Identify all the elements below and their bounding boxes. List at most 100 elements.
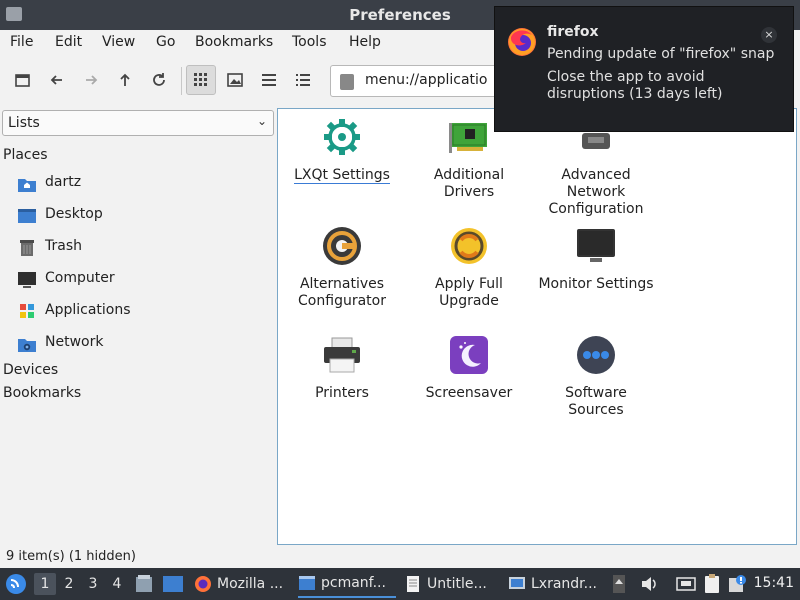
desktop-icon xyxy=(18,209,36,223)
reload-icon[interactable] xyxy=(144,65,174,95)
desktop-switch-3[interactable]: 3 xyxy=(82,573,104,595)
notification-line-2: Close the app to avoid disruptions (13 d… xyxy=(547,69,723,102)
place-item-desktop[interactable]: Desktop xyxy=(0,201,276,231)
menu-help[interactable]: Help xyxy=(349,34,381,50)
display-settings-icon xyxy=(509,577,525,589)
place-label: Network xyxy=(45,334,104,350)
item-label: Additional Drivers xyxy=(433,167,505,200)
files-launcher-icon[interactable] xyxy=(134,574,154,594)
task-label: pcmanf... xyxy=(321,575,386,591)
trash-icon xyxy=(20,240,34,256)
status-text: 9 item(s) (1 hidden) xyxy=(6,549,136,564)
text-editor-icon xyxy=(407,576,419,592)
firefox-icon xyxy=(508,28,536,56)
item-alternatives-configurator[interactable]: Alternatives Configurator xyxy=(278,222,406,330)
clipboard-icon[interactable] xyxy=(703,574,721,594)
item-label: Monitor Settings xyxy=(538,276,654,292)
place-label: Desktop xyxy=(45,206,103,222)
desktop-switch-1[interactable]: 1 xyxy=(34,573,56,595)
new-tab-icon[interactable] xyxy=(8,65,38,95)
menu-bookmarks[interactable]: Bookmarks xyxy=(195,34,273,50)
place-label: dartz xyxy=(45,174,82,190)
network-folder-icon xyxy=(18,339,36,352)
printer-icon xyxy=(324,337,360,373)
notification-body: Pending update of "firefox" snap Close t… xyxy=(547,46,777,103)
lxqt-settings-icon xyxy=(324,119,360,155)
taskbar: 1 2 3 4 Mozilla ... pcmanf... Untitle...… xyxy=(0,568,800,600)
place-item-home[interactable]: dartz xyxy=(0,169,276,199)
status-bar: 9 item(s) (1 hidden) xyxy=(0,546,800,568)
side-pane: Lists ⌄ Places dartz Desktop Trash Compu… xyxy=(0,106,276,546)
place-item-applications[interactable]: Applications xyxy=(0,297,276,327)
applications-icon xyxy=(20,304,34,318)
task-mozilla[interactable]: Mozilla ... xyxy=(194,570,290,598)
task-pcmanfm[interactable]: pcmanf... xyxy=(298,570,396,598)
upgrade-icon xyxy=(451,228,487,264)
item-screensaver[interactable]: Screensaver xyxy=(405,331,533,439)
forward-icon[interactable] xyxy=(76,65,106,95)
place-label: Trash xyxy=(45,238,82,254)
file-manager-icon xyxy=(299,576,315,590)
item-label: Apply Full Upgrade xyxy=(435,276,503,309)
task-label: Mozilla ... xyxy=(217,576,284,592)
item-label: Software Sources xyxy=(565,385,627,418)
menu-edit[interactable]: Edit xyxy=(55,34,82,50)
update-notifier-icon[interactable] xyxy=(728,574,748,594)
side-pane-mode-select[interactable]: Lists ⌄ xyxy=(2,110,274,136)
chevron-down-icon: ⌄ xyxy=(256,114,267,128)
monitor-icon xyxy=(577,229,615,262)
computer-icon xyxy=(18,272,36,288)
places-header: Places xyxy=(3,147,48,163)
notification-line-1: Pending update of "firefox" snap xyxy=(547,46,775,62)
place-label: Computer xyxy=(45,270,115,286)
notification-popup[interactable]: firefox × Pending update of "firefox" sn… xyxy=(494,6,794,132)
detailed-view-icon[interactable] xyxy=(288,65,318,95)
menu-view[interactable]: View xyxy=(102,34,135,50)
task-label: Lxrandr... xyxy=(531,576,598,592)
item-apply-full-upgrade[interactable]: Apply Full Upgrade xyxy=(405,222,533,330)
side-pane-mode-value: Lists xyxy=(8,115,40,131)
place-item-network[interactable]: Network xyxy=(0,329,276,359)
thumbnail-view-icon[interactable] xyxy=(220,65,250,95)
menu-file[interactable]: File xyxy=(10,34,33,50)
icon-view-icon[interactable] xyxy=(186,65,216,95)
item-label: Printers xyxy=(315,385,369,401)
drivers-card-icon xyxy=(449,123,487,153)
place-label: Applications xyxy=(45,302,131,318)
toolbar-separator xyxy=(181,67,182,95)
home-folder-icon xyxy=(18,179,36,192)
devices-header: Devices xyxy=(3,362,59,378)
task-label: Untitle... xyxy=(427,576,487,592)
bookmarks-header: Bookmarks xyxy=(3,385,82,401)
item-label: LXQt Settings xyxy=(294,167,390,184)
menu-go[interactable]: Go xyxy=(156,34,175,50)
start-menu-icon[interactable] xyxy=(5,573,27,595)
show-desktop-icon[interactable] xyxy=(162,574,184,594)
task-lxrandr[interactable]: Lxrandr... xyxy=(508,570,608,598)
item-label: Advanced Network Configuration xyxy=(548,167,644,217)
location-icon xyxy=(340,74,354,90)
eject-icon[interactable] xyxy=(612,574,626,594)
volume-icon[interactable] xyxy=(640,575,658,593)
item-lxqt-settings[interactable]: LXQt Settings xyxy=(278,113,406,221)
clock[interactable]: 15:41 xyxy=(754,575,794,591)
back-icon[interactable] xyxy=(42,65,72,95)
compact-view-icon[interactable] xyxy=(254,65,284,95)
menu-tools[interactable]: Tools xyxy=(292,34,327,50)
task-untitled[interactable]: Untitle... xyxy=(404,570,500,598)
address-text: menu://applicatio xyxy=(365,72,488,88)
network-status-icon[interactable] xyxy=(676,575,696,593)
desktop-switch-4[interactable]: 4 xyxy=(106,573,128,595)
firefox-icon xyxy=(195,576,211,592)
place-item-trash[interactable]: Trash xyxy=(0,233,276,263)
item-printers[interactable]: Printers xyxy=(278,331,406,439)
close-icon[interactable]: × xyxy=(761,27,777,43)
desktop-switch-2[interactable]: 2 xyxy=(58,573,80,595)
place-item-computer[interactable]: Computer xyxy=(0,265,276,295)
up-icon[interactable] xyxy=(110,65,140,95)
item-monitor-settings[interactable]: Monitor Settings xyxy=(532,222,660,330)
item-software-sources[interactable]: Software Sources xyxy=(532,331,660,439)
item-label: Screensaver xyxy=(425,385,513,401)
file-icon-view[interactable]: LXQt Settings Additional Drivers Advance… xyxy=(277,108,797,545)
notification-app-name: firefox xyxy=(547,24,599,40)
